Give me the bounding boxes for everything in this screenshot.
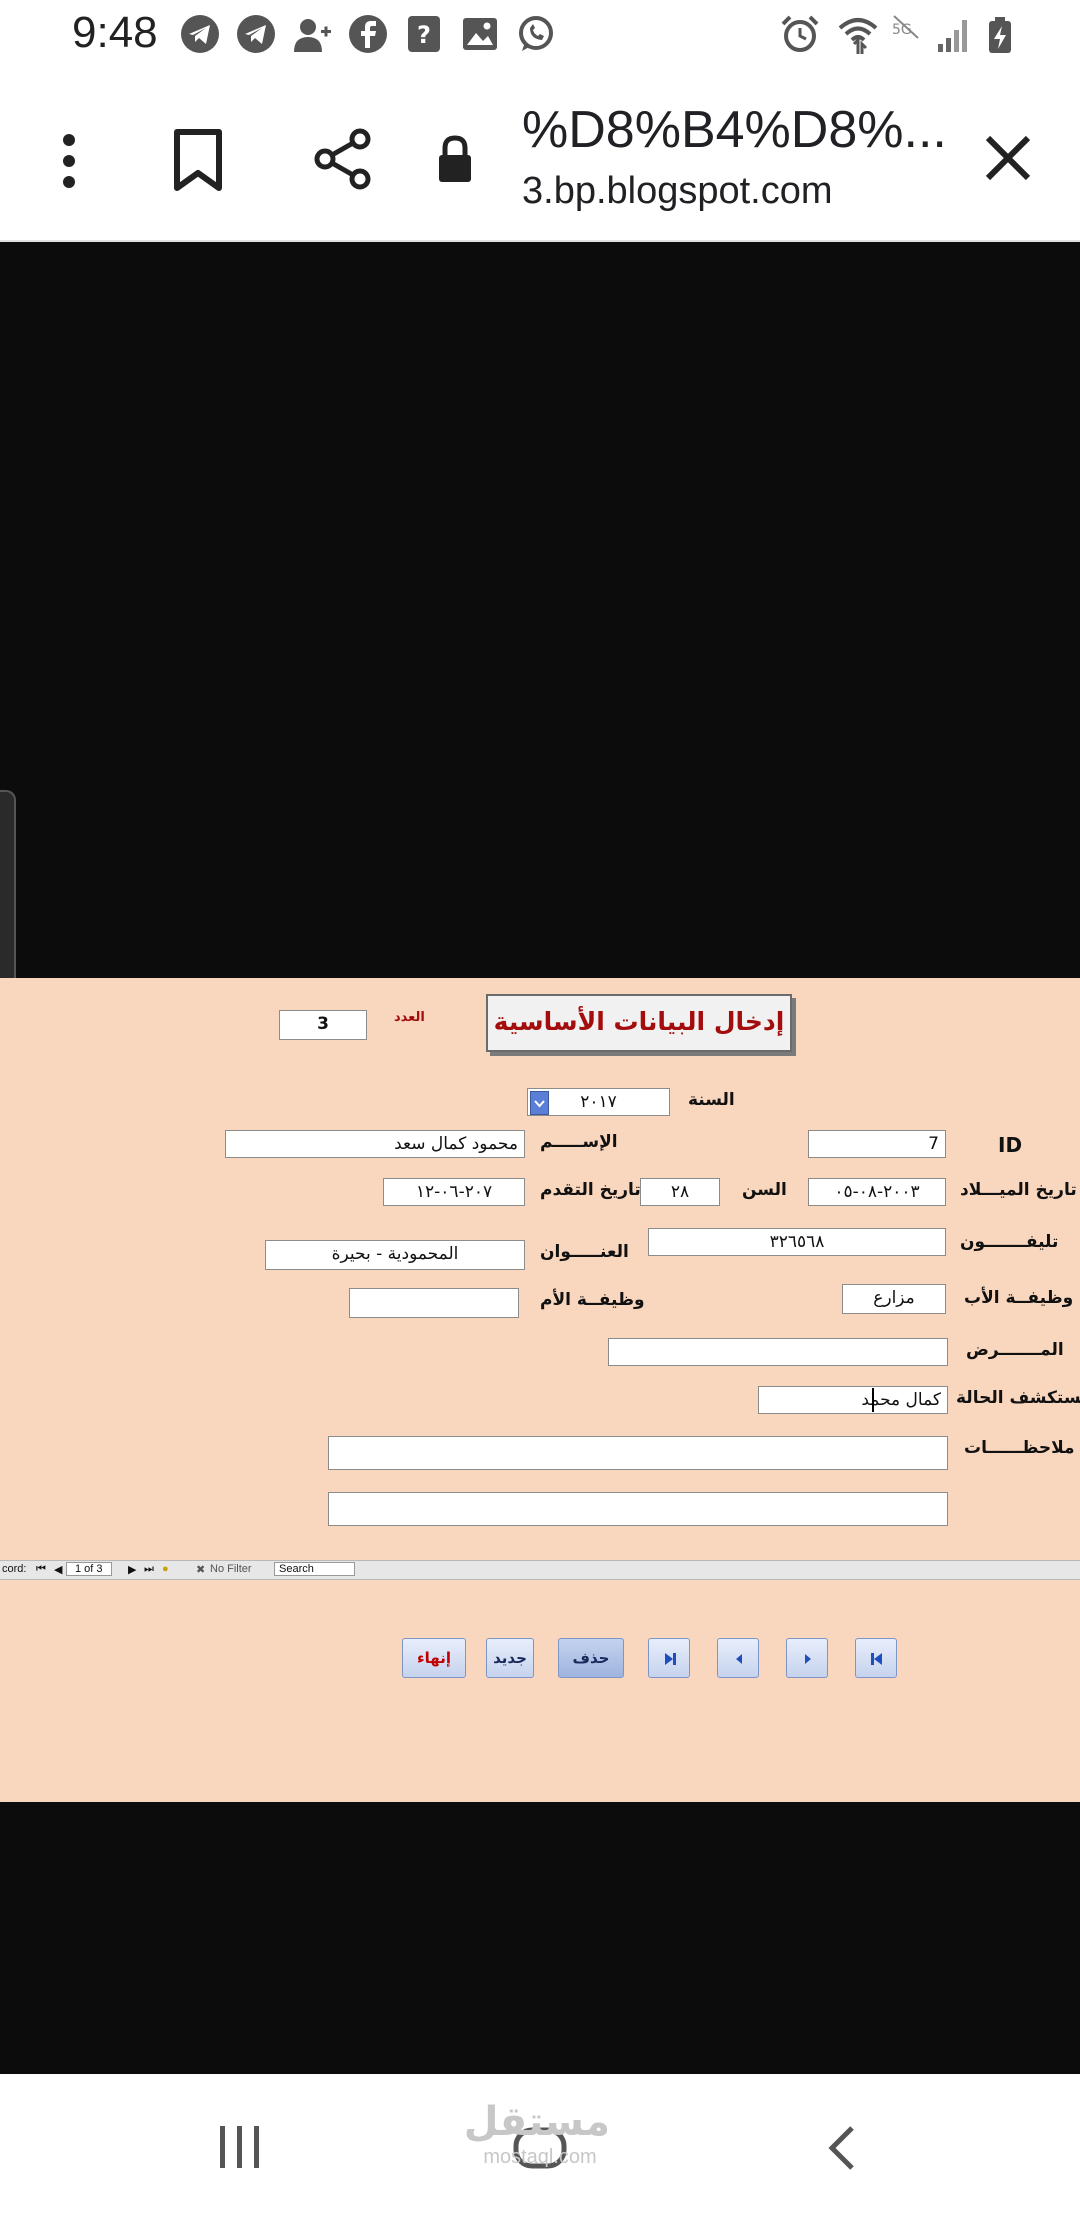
age-label: السن	[742, 1180, 787, 1200]
wifi-icon	[838, 18, 878, 54]
network-off-icon: 5G	[892, 15, 919, 39]
phone-field[interactable]: ٣٢٦٥٦٨	[648, 1228, 946, 1256]
next-record-icon	[805, 1654, 811, 1664]
page-title[interactable]: %D8%B4%D8%...	[522, 100, 947, 160]
access-form: إدخال البيانات الأساسية العدد 3 السنة ٢٠…	[0, 978, 1080, 1802]
telegram-icon	[181, 15, 219, 53]
add-contact-icon	[294, 19, 331, 52]
notes-label: ملاحظــــــات	[964, 1438, 1075, 1458]
apply-date-label: تاريخ التقدم	[540, 1180, 641, 1200]
android-navigation-bar: مستقل mostaql.com	[0, 2074, 1080, 2220]
mother-job-label: وظيفــة الأم	[540, 1290, 645, 1310]
watermark-arabic: مستقل	[463, 2099, 610, 2145]
help-icon: ?	[408, 16, 440, 52]
battery-charging-icon	[989, 17, 1011, 53]
text-cursor	[872, 1388, 874, 1412]
image-icon	[463, 18, 497, 50]
delete-button[interactable]: حذف	[558, 1638, 624, 1678]
count-field[interactable]: 3	[279, 1010, 367, 1040]
disease-field[interactable]	[608, 1338, 948, 1366]
new-record-nav[interactable]: ●	[162, 1563, 169, 1575]
discoverer-label: مستكشف الحالة	[956, 1388, 1080, 1408]
address-label: العنـــــوان	[540, 1242, 629, 1262]
name-label: الإســـــم	[540, 1132, 618, 1152]
next-record-nav[interactable]: ▶	[128, 1563, 136, 1576]
form-title: إدخال البيانات الأساسية	[486, 994, 792, 1052]
watermark-latin: mostaql.com	[483, 2146, 597, 2168]
whatsapp-icon	[519, 16, 553, 51]
record-label: cord:	[2, 1563, 27, 1575]
more-options-icon[interactable]	[56, 132, 82, 190]
lock-icon	[439, 135, 471, 182]
birth-date-field[interactable]: ٢٠٠٣-٠٨-٠٥	[808, 1178, 946, 1206]
signal-icon	[938, 20, 967, 52]
page-domain[interactable]: 3.bp.blogspot.com	[522, 170, 833, 213]
image-viewer: إدخال البيانات الأساسية العدد 3 السنة ٢٠…	[0, 242, 1080, 2074]
record-navigation-bar: cord: ⏮ ◀ 1 of 3 ▶ ⏭ ● ✖ No Filter Searc…	[0, 1560, 1080, 1580]
notes-field-2[interactable]	[328, 1492, 948, 1526]
father-job-field[interactable]: مزارع	[842, 1284, 946, 1314]
close-icon[interactable]	[984, 134, 1032, 182]
previous-record-nav[interactable]: ◀	[54, 1563, 62, 1576]
first-record-button[interactable]	[855, 1638, 897, 1678]
age-field[interactable]: ٢٨	[640, 1178, 720, 1206]
new-button[interactable]: جديد	[486, 1638, 534, 1678]
first-record-icon	[871, 1653, 882, 1665]
filter-icon: ✖	[196, 1564, 206, 1576]
status-time: 9:48	[72, 8, 158, 57]
mother-job-field[interactable]	[349, 1288, 519, 1318]
status-bar: 9:48 ? 5G	[0, 0, 1080, 72]
telegram-icon	[237, 15, 275, 53]
recent-apps-icon[interactable]	[216, 2124, 264, 2170]
chevron-down-icon	[534, 1100, 545, 1108]
last-record-button[interactable]	[648, 1638, 690, 1678]
share-icon[interactable]	[312, 128, 374, 190]
last-record-nav[interactable]: ⏭	[144, 1563, 154, 1576]
disease-label: المـــــــرض	[966, 1340, 1064, 1360]
year-value: ٢٠١٧	[580, 1092, 617, 1112]
filter-status[interactable]: No Filter	[210, 1563, 252, 1575]
apply-date-field[interactable]: ٢٠٧-٠٦-١٢	[383, 1178, 525, 1206]
notes-field-1[interactable]	[328, 1436, 948, 1470]
name-field[interactable]: محمود كمال سعد	[225, 1130, 525, 1158]
facebook-icon	[349, 15, 387, 53]
phone-label: تليفـــــــون	[960, 1232, 1059, 1252]
record-position[interactable]: 1 of 3	[66, 1562, 112, 1576]
id-label: ID	[998, 1133, 1023, 1157]
birth-date-label: تاريخ الميـــلاد	[960, 1180, 1077, 1200]
previous-record-icon	[736, 1654, 742, 1664]
search-box[interactable]: Search	[274, 1562, 355, 1576]
first-record-nav[interactable]: ⏮	[36, 1563, 46, 1576]
count-label: العدد	[394, 1010, 425, 1025]
alarm-icon	[781, 15, 819, 52]
bookmark-icon[interactable]	[172, 128, 224, 192]
next-record-button[interactable]	[786, 1638, 828, 1678]
discoverer-field[interactable]: كمال محمد	[758, 1386, 948, 1414]
father-job-label: وظيفــة الأب	[964, 1288, 1074, 1308]
svg-text:?: ?	[417, 21, 431, 49]
previous-record-button[interactable]	[717, 1638, 759, 1678]
back-icon[interactable]	[826, 2124, 858, 2172]
finish-button[interactable]: إنهاء	[402, 1638, 466, 1678]
address-field[interactable]: المحمودية - بحيرة	[265, 1240, 525, 1270]
id-field[interactable]: 7	[808, 1130, 946, 1158]
year-dropdown-button[interactable]	[530, 1091, 549, 1115]
browser-toolbar: %D8%B4%D8%... 3.bp.blogspot.com	[0, 72, 1080, 242]
last-record-icon	[665, 1653, 676, 1665]
year-label: السنة	[688, 1090, 735, 1110]
